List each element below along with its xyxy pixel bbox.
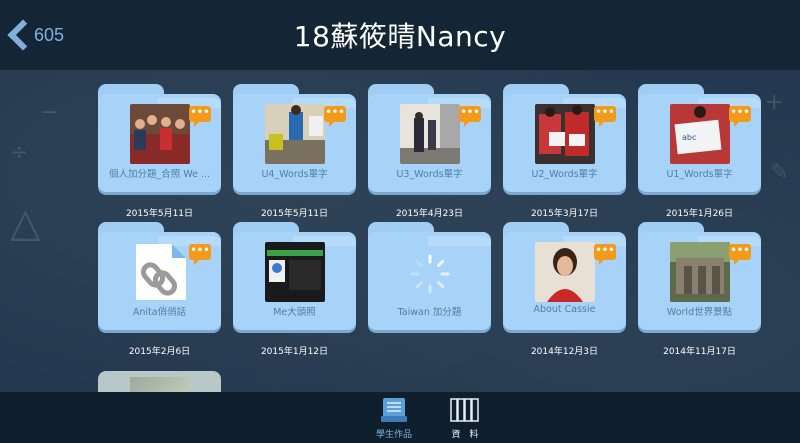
chevron-left-icon xyxy=(4,20,26,50)
comment-badge-icon[interactable]: ••• xyxy=(189,106,211,127)
hallway-photo-thumbnail xyxy=(400,104,460,164)
folder-label: U2_Words單字 xyxy=(531,169,598,180)
folder-label: U3_Words單字 xyxy=(396,169,463,180)
divide-doodle-icon: ÷ xyxy=(10,140,29,165)
folder-date: 2014年12月3日 xyxy=(530,347,599,357)
folder-label: 個人加分題_合照 We ... xyxy=(108,169,211,180)
binders-icon xyxy=(450,396,480,424)
bottom-nav: 學生作品 資 料 xyxy=(0,392,800,443)
student-works-icon xyxy=(379,396,409,424)
folder-card[interactable]: abc ••• U1_Words單字 xyxy=(638,84,761,192)
minus-doodle-icon: − xyxy=(40,100,59,125)
folder-date: 2015年1月26日 xyxy=(665,209,734,219)
pencil-doodle-icon: ✎ xyxy=(770,160,789,185)
loading-spinner-icon xyxy=(410,254,450,294)
classroom-photo-thumbnail xyxy=(265,104,325,164)
folder-card[interactable]: Me大頭照 xyxy=(233,222,356,330)
folder-date: 2015年3月17日 xyxy=(530,209,599,219)
back-button[interactable]: 605 xyxy=(4,17,64,53)
folder-label: Me大頭照 xyxy=(273,307,316,318)
folder-card[interactable]: Taiwan 加分題 xyxy=(368,222,491,330)
nav-label: 資 料 xyxy=(451,430,479,440)
folder-date: 2015年4月23日 xyxy=(395,209,464,219)
nav-label: 學生作品 xyxy=(375,430,412,440)
folder-date: 2014年11月17日 xyxy=(663,347,736,357)
folder-label: Anita俏俏話 xyxy=(132,307,187,318)
comment-badge-icon[interactable]: ••• xyxy=(594,244,616,265)
folder-card[interactable]: ••• U2_Words單字 xyxy=(503,84,626,192)
comment-badge-icon[interactable]: ••• xyxy=(459,106,481,127)
link-file-icon xyxy=(130,242,190,302)
screen-photo-thumbnail xyxy=(265,242,325,302)
folder-date: 2015年5月11日 xyxy=(125,209,194,219)
folder-date: 2015年5月11日 xyxy=(260,209,329,219)
nav-student-works[interactable]: 學生作品 xyxy=(364,396,424,440)
ruins-photo-thumbnail xyxy=(670,242,730,302)
comment-badge-icon[interactable]: ••• xyxy=(324,106,346,127)
plus-doodle-icon: + xyxy=(765,90,784,115)
folder-label: World世界景點 xyxy=(666,307,733,318)
card-photo-thumbnail: abc xyxy=(670,104,730,164)
folder-label: U4_Words單字 xyxy=(261,169,328,180)
folder-card[interactable]: ••• U3_Words單字 xyxy=(368,84,491,192)
comment-badge-icon[interactable]: ••• xyxy=(189,244,211,265)
folder-date: 2015年2月6日 xyxy=(128,347,191,357)
group-photo-thumbnail xyxy=(130,104,190,164)
page-title: 18蘇筱晴Nancy xyxy=(293,20,507,53)
folder-label: Taiwan 加分題 xyxy=(397,307,462,318)
folder-card[interactable]: ••• About Cassie xyxy=(503,222,626,330)
folder-card[interactable]: ••• 個人加分題_合照 We ... xyxy=(98,84,221,192)
nav-data[interactable]: 資 料 xyxy=(435,396,495,440)
folder-card[interactable]: ••• U4_Words單字 xyxy=(233,84,356,192)
comment-badge-icon[interactable]: ••• xyxy=(729,106,751,127)
folder-label: About Cassie xyxy=(533,304,596,315)
folder-date: 2015年1月12日 xyxy=(260,347,329,357)
folder-label: U1_Words單字 xyxy=(666,169,733,180)
top-header: 605 18蘇筱晴Nancy xyxy=(0,0,800,70)
folder-card[interactable]: ••• Anita俏俏話 xyxy=(98,222,221,330)
comment-badge-icon[interactable]: ••• xyxy=(729,244,751,265)
folder-card[interactable]: ••• World世界景點 xyxy=(638,222,761,330)
portrait-photo-thumbnail xyxy=(535,242,595,302)
students-paper-photo-thumbnail xyxy=(535,104,595,164)
comment-badge-icon[interactable]: ••• xyxy=(594,106,616,127)
svg-text:abc: abc xyxy=(682,133,696,142)
triangle-doodle-icon: △ xyxy=(10,200,41,246)
